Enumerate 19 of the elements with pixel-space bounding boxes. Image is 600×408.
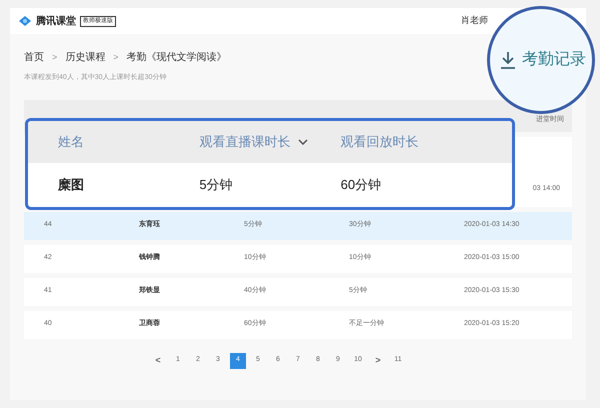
logo-icon — [18, 15, 32, 27]
breadcrumb-separator: > — [52, 50, 58, 64]
download-icon[interactable] — [500, 51, 516, 69]
table-cell-text: 60分钟 — [340, 176, 382, 194]
chevron-down-icon — [298, 139, 308, 145]
export-link[interactable]: 考勤记录 — [522, 48, 586, 72]
breadcrumb-link[interactable]: 首页 — [24, 50, 44, 65]
column-header: 姓名 — [58, 133, 84, 152]
table-cell-text: 糜图 — [58, 176, 85, 194]
user-name[interactable]: 肖老师 — [461, 14, 488, 28]
column-header: 观看直播课时长 — [199, 133, 290, 152]
previous-page-button[interactable]: < — [150, 352, 166, 368]
column-header: 观看回放时长 — [340, 133, 419, 152]
brand-name: 腾讯课堂 — [36, 14, 76, 28]
breadcrumb-separator: > — [113, 50, 119, 64]
breadcrumb-link[interactable]: 考勤《现代文学阅读》 — [126, 50, 227, 65]
next-page-button[interactable]: > — [370, 352, 386, 368]
breadcrumb-link[interactable]: 历史课程 — [65, 50, 106, 65]
table-cell-text: 5分钟 — [199, 176, 234, 194]
